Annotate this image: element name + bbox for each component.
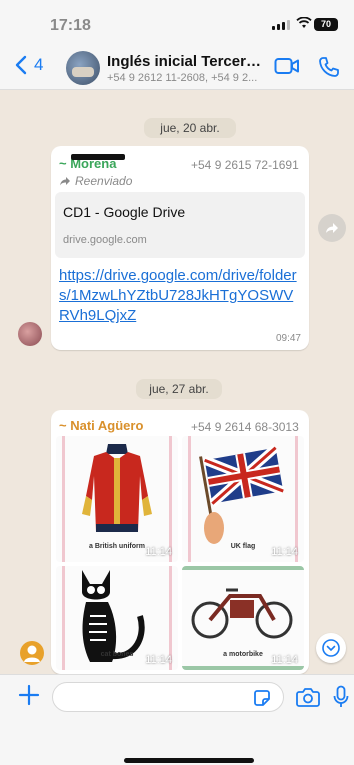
default-avatar-icon xyxy=(24,645,40,662)
media-time: 11:14 xyxy=(145,654,172,666)
attach-button[interactable] xyxy=(18,683,40,711)
media-image[interactable]: UK flag 11:14 xyxy=(182,436,304,562)
message-input-bar xyxy=(0,674,354,765)
video-call-icon[interactable] xyxy=(274,56,300,81)
status-bar: 17:18 70 xyxy=(0,0,354,44)
back-count: 4 xyxy=(34,55,44,74)
message-input[interactable] xyxy=(52,682,284,712)
sticker-button[interactable] xyxy=(252,688,272,713)
forwarded-label: Reenviado xyxy=(59,174,132,188)
chevron-left-icon xyxy=(15,55,27,75)
home-indicator xyxy=(124,758,254,763)
media-time: 11:14 xyxy=(145,546,172,558)
group-avatar[interactable] xyxy=(66,51,100,85)
media-image[interactable]: a British uniform 11:14 xyxy=(56,436,178,562)
plus-icon xyxy=(18,684,40,706)
forwarded-text: Reenviado xyxy=(75,174,133,188)
forward-icon xyxy=(60,177,70,186)
chat-title-area[interactable]: Inglés inicial Tercero... +54 9 2612 11-… xyxy=(107,53,267,84)
message-bubble[interactable]: ~ Nati Agüero +54 9 2614 68-3013 a Briti… xyxy=(51,410,309,674)
signal-icon xyxy=(272,20,290,30)
wifi-icon xyxy=(296,16,312,32)
sender-avatar[interactable] xyxy=(18,322,42,346)
camera-button[interactable] xyxy=(296,687,320,712)
forward-share-button[interactable] xyxy=(318,214,346,242)
media-time: 11:14 xyxy=(271,546,298,558)
message-link[interactable]: https://drive.google.com/drive/folders/1… xyxy=(59,266,301,326)
link-preview-title: CD1 - Google Drive xyxy=(63,204,186,220)
microphone-icon xyxy=(333,685,349,707)
sender-name[interactable]: ~ Nati Agüero xyxy=(59,418,143,433)
media-image[interactable]: cat bones 11:14 xyxy=(56,566,178,670)
share-arrow-icon xyxy=(326,223,338,233)
microphone-button[interactable] xyxy=(333,685,349,714)
media-image[interactable]: a motorbike 11:14 xyxy=(182,566,304,670)
date-separator: jue, 27 abr. xyxy=(136,379,222,399)
camera-icon xyxy=(296,688,320,707)
chat-subtitle: +54 9 2612 11-2608, +54 9 2... xyxy=(107,72,258,84)
redaction-mark xyxy=(71,154,125,160)
status-time: 17:18 xyxy=(50,17,91,34)
message-time: 09:47 xyxy=(275,333,301,344)
battery-icon: 70 xyxy=(314,18,338,31)
back-button[interactable]: 4 xyxy=(14,55,43,75)
sticker-icon xyxy=(254,690,270,706)
message-bubble[interactable]: ~ Morena +54 9 2615 72-1691 Reenviado CD… xyxy=(51,146,309,350)
link-preview-domain: drive.google.com xyxy=(63,234,147,246)
media-time: 11:14 xyxy=(271,654,298,666)
chat-title: Inglés inicial Tercero... xyxy=(107,53,267,70)
chat-header: 4 Inglés inicial Tercero... +54 9 2612 1… xyxy=(0,44,354,90)
sender-avatar[interactable] xyxy=(20,641,44,665)
link-preview-card[interactable]: CD1 - Google Drive drive.google.com xyxy=(55,192,305,258)
sender-phone: +54 9 2614 68-3013 xyxy=(191,420,299,434)
phone-call-icon[interactable] xyxy=(318,56,340,83)
scroll-down-button[interactable] xyxy=(316,633,346,663)
sender-phone: +54 9 2615 72-1691 xyxy=(191,158,299,172)
chat-area[interactable]: jue, 20 abr. ~ Morena +54 9 2615 72-1691… xyxy=(0,90,354,674)
date-separator: jue, 20 abr. xyxy=(144,118,236,138)
chevron-down-icon xyxy=(322,639,340,657)
